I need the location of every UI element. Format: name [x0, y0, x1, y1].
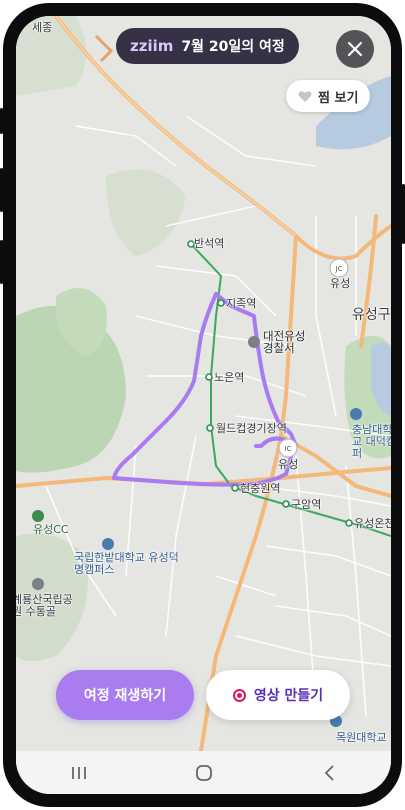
trip-title: 7월 20일의 여정 — [181, 39, 285, 55]
map-canvas: JC IC — [16, 16, 391, 751]
place-label: 국립한밭대학교 유성덕명캠퍼스 — [74, 551, 179, 576]
map-view[interactable]: JC IC 반석역 지족역 노은역 월드컵경기장역 현충원역 구암역 유성온천 … — [16, 16, 391, 751]
close-button[interactable] — [336, 30, 374, 68]
place-label: 목원대학교 — [336, 731, 387, 744]
svg-text:IC: IC — [285, 445, 292, 453]
recent-apps-icon[interactable] — [59, 758, 99, 788]
brand-logo: zziim — [130, 37, 174, 55]
station-label: 유성온천 — [354, 517, 391, 530]
place-label: 유성CC — [33, 523, 69, 536]
station-label: 노은역 — [214, 371, 245, 384]
make-video-button[interactable]: 영상 만들기 — [206, 670, 350, 720]
place-label: 충남대학교 대덕캠퍼 — [352, 423, 391, 460]
station-label: 반석역 — [194, 237, 225, 250]
make-video-label: 영상 만들기 — [253, 688, 324, 704]
station-label: 지족역 — [226, 297, 257, 310]
replay-trip-label: 여정 재생하기 — [83, 688, 167, 704]
area-label: 유성구 — [352, 307, 391, 323]
station-label: 현충원역 — [240, 482, 281, 495]
system-navigation-bar — [16, 751, 391, 794]
place-label: 대전유성 경찰서 — [263, 329, 306, 355]
svg-text:JC: JC — [335, 265, 343, 273]
place-label: 계룡산국립공원 수통골 — [16, 593, 73, 618]
heart-icon — [298, 90, 312, 102]
phone-frame: JC IC 반석역 지족역 노은역 월드컵경기장역 현충원역 구암역 유성온천 … — [0, 0, 405, 810]
interchange-label: 유성 — [330, 277, 351, 290]
favorites-label: 찜 보기 — [318, 90, 359, 106]
record-icon — [232, 688, 246, 702]
close-icon — [347, 41, 363, 57]
interchange-label: 유성 — [278, 458, 299, 471]
trip-title-pill: zziim 7월 20일의 여정 — [116, 28, 299, 64]
app-screen: JC IC 반석역 지족역 노은역 월드컵경기장역 현충원역 구암역 유성온천 … — [16, 16, 391, 794]
home-icon[interactable] — [184, 758, 224, 788]
station-label: 월드컵경기장역 — [216, 422, 287, 435]
back-icon[interactable] — [309, 758, 349, 788]
station-label: 구암역 — [291, 498, 322, 511]
replay-trip-button[interactable]: 여정 재생하기 — [56, 670, 194, 720]
area-label: 세종 — [32, 21, 53, 34]
favorites-button[interactable]: 찜 보기 — [286, 80, 371, 112]
